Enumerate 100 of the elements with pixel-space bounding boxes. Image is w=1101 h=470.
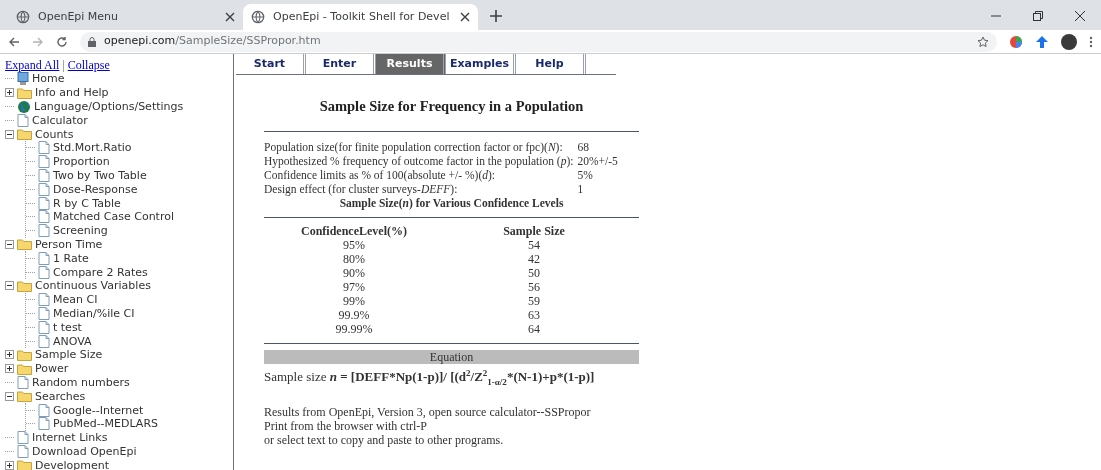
parameter-value: 5% [577, 168, 594, 182]
menu-icon[interactable] [1089, 35, 1093, 48]
table-cell-text: 90% [342, 266, 366, 280]
tree-item[interactable]: Info and Help [35, 87, 109, 99]
page-icon [17, 375, 29, 389]
tree-item[interactable]: Person Time [35, 238, 103, 250]
avatar-icon[interactable] [1061, 33, 1077, 50]
page-icon [38, 417, 50, 431]
table-cell-text: 99.9% [337, 308, 371, 322]
page-icon [38, 306, 50, 320]
tree-item[interactable]: Two by Two Table [53, 169, 147, 181]
page-icon [38, 210, 50, 224]
collapse-icon[interactable] [5, 129, 14, 139]
back-icon[interactable] [8, 35, 20, 48]
table-cell-text: 95% [342, 238, 366, 252]
tree-item[interactable]: R by C Table [53, 197, 121, 209]
table-cell-text: 50 [527, 266, 541, 280]
page-icon [38, 334, 50, 348]
page-icon [38, 168, 50, 182]
page-icon [17, 444, 29, 458]
table-cell-text: 80% [342, 252, 366, 266]
tree-item[interactable]: Language/Options/Settings [34, 101, 184, 112]
page-icon [38, 196, 50, 210]
tree-item[interactable]: Development [35, 459, 110, 470]
page-icon [38, 320, 50, 334]
extension-icon[interactable] [1009, 34, 1023, 49]
tree-item[interactable]: Std.Mort.Ratio [53, 142, 132, 154]
folder-icon [17, 86, 32, 99]
tree-item[interactable]: Dose-Response [53, 183, 138, 195]
tree-item[interactable]: Screening [53, 225, 108, 237]
close-icon[interactable] [225, 12, 235, 22]
tree-item[interactable]: Matched Case Control [53, 211, 174, 223]
globe-icon [17, 99, 31, 114]
table-cell-text: 64 [527, 322, 541, 336]
tree-item[interactable]: Download OpenEpi [32, 445, 137, 457]
tree-item[interactable]: Median/%ile CI [53, 307, 135, 319]
table-cell-text: 99.99% [334, 322, 374, 336]
collapse-icon[interactable] [5, 281, 14, 291]
new-tab-icon[interactable] [490, 10, 502, 22]
collapse-link[interactable]: Collapse [67, 58, 110, 72]
table-cell-text: 63 [527, 308, 541, 322]
close-icon[interactable] [460, 12, 470, 22]
tree-item[interactable]: Compare 2 Rates [53, 266, 148, 278]
results-title: Sample Size for Frequency in a Population [318, 99, 585, 113]
page-icon [38, 224, 50, 238]
tree-item[interactable]: ANOVA [53, 335, 92, 347]
page-icon [38, 155, 50, 169]
tree-item[interactable]: Searches [35, 390, 86, 402]
column-header: Sample Size [502, 224, 566, 238]
table-cell-text: 59 [527, 294, 541, 308]
tree-item[interactable]: Random numbers [32, 376, 130, 388]
tree-item[interactable]: t test [53, 321, 82, 333]
expand-all-link[interactable]: Expand All [5, 58, 60, 72]
tree-item[interactable]: Home [32, 73, 65, 85]
tab-title: OpenEpi Menu [38, 8, 120, 25]
tree-item[interactable]: Power [35, 363, 69, 375]
tree-item[interactable]: Mean CI [53, 294, 98, 306]
tree-item[interactable]: Calculator [32, 114, 88, 126]
nav-tab[interactable]: Results [376, 54, 446, 74]
table-cell-text: 97% [342, 280, 366, 294]
star-icon[interactable] [977, 35, 989, 48]
expand-icon[interactable] [5, 364, 14, 374]
folder-icon [17, 238, 32, 251]
folder-icon [17, 279, 32, 292]
tree-item[interactable]: 1 Rate [53, 252, 89, 264]
link-separator: | [62, 58, 65, 72]
tree-item[interactable]: PubMed--MEDLARS [53, 418, 158, 430]
reload-icon[interactable] [56, 35, 68, 48]
address-bar[interactable]: openepi.com/SampleSize/SSPropor.htm [80, 31, 997, 52]
parameter-value: 20%+/-5 [577, 154, 619, 168]
parameter-label: Hypothesized % frequency of outcome factor in the population (p): [264, 154, 574, 168]
tab-title: OpenEpi - Toolkit Shell for Devel [273, 8, 451, 25]
page-icon [17, 113, 29, 127]
computer-icon [17, 71, 29, 86]
tree-item[interactable]: Google--Internet [53, 404, 144, 416]
collapse-icon[interactable] [5, 239, 14, 249]
parameter-label: Confidence limits as % of 100(absolute +/- %)(d): [264, 168, 496, 182]
tree-item[interactable]: Internet Links [32, 432, 108, 444]
expand-icon[interactable] [5, 88, 14, 98]
page-icon [38, 293, 50, 307]
parameter-value: 1 [577, 182, 585, 196]
expand-icon[interactable] [5, 350, 14, 360]
parameter-label: Design effect (for cluster surveys-DEFF): [264, 182, 459, 196]
page-icon [38, 141, 50, 155]
tree-item[interactable]: Sample Size [35, 349, 103, 361]
parameter-label: Population size(for finite population correction factor or fpc)(N): [264, 140, 564, 154]
note-text: Print from the browser with ctrl-P [264, 418, 428, 433]
tree-item[interactable]: Counts [35, 128, 74, 140]
close-icon[interactable] [1075, 11, 1085, 21]
table-title: Sample Size(n) for Various Confidence Levels [338, 196, 565, 210]
restore-icon[interactable] [1033, 11, 1043, 21]
parameter-value: 68 [577, 140, 590, 154]
extension-icon[interactable] [1035, 34, 1049, 49]
tree-item[interactable]: Continuous Variables [35, 280, 151, 292]
tree-item[interactable]: Proportion [53, 156, 110, 168]
table-cell-text: 42 [527, 252, 541, 266]
collapse-icon[interactable] [5, 391, 14, 401]
browser-tab[interactable]: OpenEpi - Toolkit Shell for Devel [243, 4, 478, 30]
page-icon [38, 182, 50, 196]
expand-icon[interactable] [5, 460, 14, 470]
